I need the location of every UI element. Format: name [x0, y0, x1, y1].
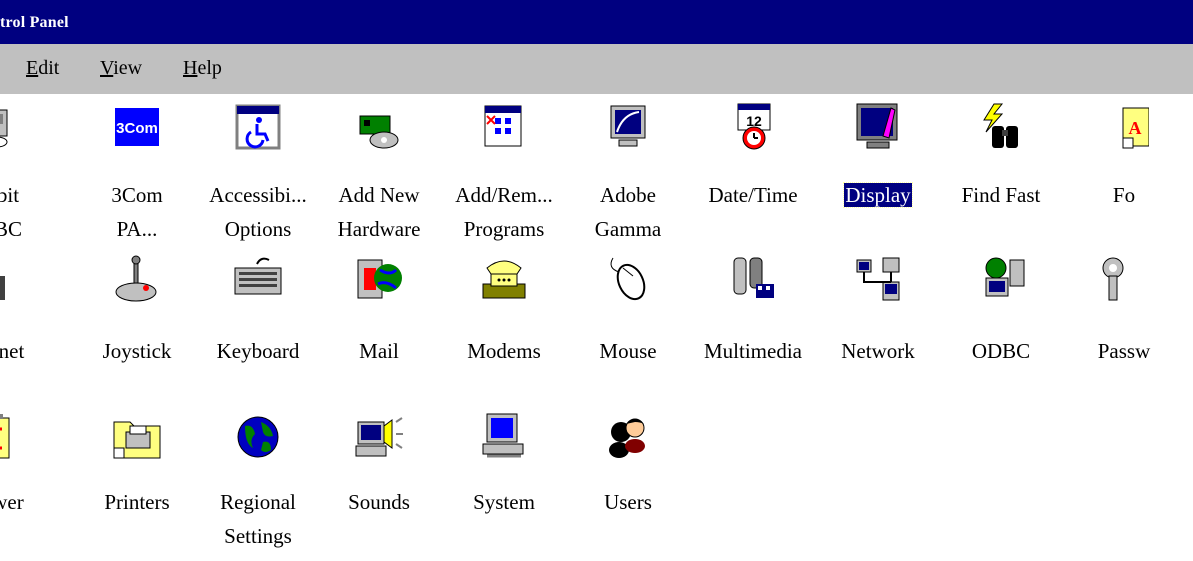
item-label: System	[442, 485, 566, 519]
item-label: Multimedia	[691, 334, 815, 368]
item-label-line: Passw	[1097, 339, 1151, 363]
item-label: wer	[0, 485, 70, 519]
network-icon	[853, 254, 903, 304]
menu-edit-rest: dit	[38, 57, 60, 79]
item-label-line: Regional	[220, 490, 296, 514]
item-label: Printers	[75, 485, 199, 519]
item-label: ODBC	[939, 334, 1063, 368]
control-panel-item-passwords[interactable]: Passw	[1062, 94, 1186, 561]
control-panel-item-network[interactable]: Network	[816, 94, 940, 561]
window-title: trol Panel	[0, 14, 69, 31]
item-label-line: wer	[0, 490, 24, 514]
multimedia-icon	[728, 254, 778, 304]
item-label-line: Sounds	[348, 490, 410, 514]
item-label: Network	[816, 334, 940, 368]
item-label-line: System	[473, 490, 535, 514]
item-label-line: Network	[841, 339, 915, 363]
menu-view[interactable]: View	[100, 57, 142, 80]
item-label-line: Printers	[104, 490, 170, 514]
menu-help[interactable]: Help	[183, 57, 222, 80]
control-panel-item-odbc[interactable]: ODBC	[939, 94, 1063, 561]
menu-help-rest: elp	[197, 57, 222, 79]
control-panel-item-users[interactable]: Users	[566, 94, 690, 561]
title-bar[interactable]: trol Panel	[0, 0, 1193, 44]
control-panel-item-sounds[interactable]: Sounds	[317, 94, 441, 561]
computer-icon	[479, 412, 529, 462]
speaker-computer-icon	[354, 412, 404, 462]
odbc-icon	[976, 254, 1026, 304]
menu-view-rest: iew	[113, 57, 143, 79]
control-panel-item-system[interactable]: System	[442, 94, 566, 561]
item-label: Users	[566, 485, 690, 519]
item-label-line: Users	[604, 490, 652, 514]
item-label-line: Settings	[224, 524, 292, 548]
menu-help-accel: H	[183, 57, 198, 79]
item-label-line: ODBC	[971, 339, 1031, 363]
menu-view-accel: V	[100, 57, 114, 79]
item-label: Passw	[1062, 334, 1186, 368]
control-panel-item-printers[interactable]: Printers	[75, 94, 199, 561]
control-panel-item-multimedia[interactable]: Multimedia	[691, 94, 815, 561]
item-label: Regional Settings	[196, 485, 320, 553]
control-panel-item-regional[interactable]: Regional Settings	[196, 94, 320, 561]
menu-bar: Edit View Help	[0, 44, 1193, 94]
keys-icon	[1099, 254, 1149, 304]
menu-edit-accel: E	[26, 57, 39, 79]
menu-edit[interactable]: Edit	[26, 57, 59, 80]
globe-icon	[233, 412, 283, 462]
control-panel-item-power[interactable]: wer	[0, 94, 70, 561]
users-icon	[603, 412, 653, 462]
battery-icon	[0, 412, 33, 462]
item-label: Sounds	[317, 485, 441, 519]
control-panel-content: bit BC 3Com 3Com PA... Accessibi... Options Add…	[0, 94, 1193, 561]
item-label-line: Multimedia	[704, 339, 802, 363]
printers-folder-icon	[112, 412, 162, 462]
